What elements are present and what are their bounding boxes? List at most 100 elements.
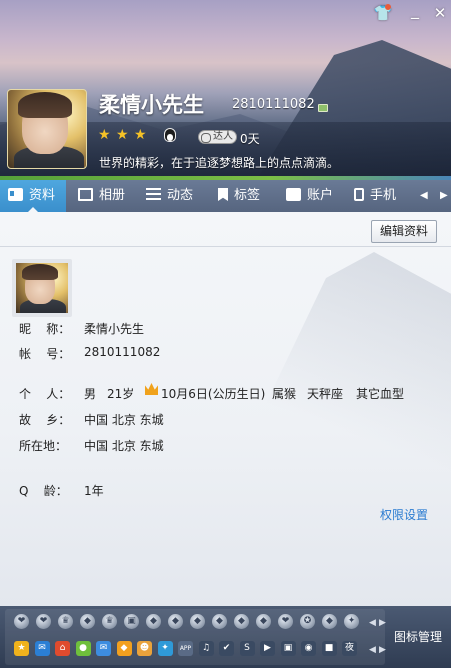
notification-dot bbox=[385, 4, 391, 10]
profile-header: 👕 _ ✕ 柔情小先生 2810111082 ★ ★ ★ 达人 0天 世界的精彩… bbox=[0, 0, 451, 180]
level-badge-icon[interactable]: ◆ bbox=[190, 614, 205, 629]
level-badge-icon[interactable]: ◆ bbox=[256, 614, 271, 629]
night-badge-icon[interactable]: 夜 bbox=[342, 641, 357, 656]
tab-profile[interactable]: 资料 bbox=[0, 180, 66, 212]
shield2-badge-icon[interactable]: ✔ bbox=[219, 641, 234, 656]
close-button[interactable]: ✕ bbox=[430, 3, 450, 23]
tab-label: 标签 bbox=[234, 188, 261, 203]
chevron-left-icon[interactable]: ◀ bbox=[369, 618, 376, 628]
hometown-value: 中国 北京 东城 bbox=[84, 413, 164, 427]
tab-album[interactable]: 相册 bbox=[78, 180, 125, 212]
gift-badge-icon[interactable]: ■ bbox=[321, 641, 337, 656]
briefcase-icon bbox=[286, 188, 301, 201]
level-badge-icon[interactable]: ❤ bbox=[278, 614, 293, 629]
tab-label: 手机 bbox=[370, 188, 397, 203]
music-badge-icon[interactable]: ♫ bbox=[198, 641, 214, 656]
tab-label: 动态 bbox=[167, 188, 194, 203]
tab-label: 相册 bbox=[99, 188, 126, 203]
chevron-right-icon[interactable]: ▶ bbox=[379, 618, 386, 628]
level-star-icon[interactable]: ★ bbox=[134, 128, 147, 142]
gender-value: 男 bbox=[84, 387, 97, 401]
qage-value: 1年 bbox=[84, 484, 104, 498]
qq-number: 2810111082 bbox=[232, 97, 315, 112]
age-value: 21岁 bbox=[107, 387, 135, 401]
icon-manage-button[interactable]: 图标管理 bbox=[394, 628, 442, 645]
level-badge-icon[interactable]: ▣ bbox=[124, 614, 139, 629]
qqmail-badge-icon[interactable]: ✉ bbox=[34, 641, 50, 656]
chat-badge-icon[interactable]: ● bbox=[75, 641, 91, 656]
level-star-icon[interactable]: ★ bbox=[98, 128, 111, 142]
avatar-hair bbox=[22, 264, 58, 280]
star-badge-icon[interactable]: ★ bbox=[14, 641, 29, 656]
tab-phone[interactable]: 手机 bbox=[354, 180, 396, 212]
permission-settings-link[interactable]: 权限设置 bbox=[380, 506, 428, 523]
nickname-value: 柔情小先生 bbox=[84, 322, 145, 336]
camera-badge-icon[interactable]: ◉ bbox=[301, 641, 316, 656]
level-badge-icon[interactable]: ◆ bbox=[212, 614, 227, 629]
minimize-button[interactable]: _ bbox=[405, 2, 425, 23]
level-badge-icon[interactable]: ❤ bbox=[14, 614, 29, 629]
chevron-left-icon[interactable]: ◀ bbox=[369, 645, 376, 655]
location-value: 中国 北京 东城 bbox=[84, 439, 164, 453]
level-badge-icon[interactable]: ❤ bbox=[36, 614, 51, 629]
id-card-icon[interactable] bbox=[318, 104, 328, 112]
hometown-label: 故 乡： bbox=[19, 413, 71, 427]
tab-bar: 资料 相册 动态 标签 账户 手机 ◀ ▶ bbox=[0, 180, 451, 212]
skin-button[interactable]: 👕 bbox=[373, 3, 393, 23]
penguin-icon[interactable] bbox=[164, 128, 176, 142]
tab-account[interactable]: 账户 bbox=[286, 180, 333, 212]
profile-card-icon bbox=[8, 188, 23, 201]
qage-label: Q 龄： bbox=[19, 484, 68, 498]
account-label: 帐 号： bbox=[19, 347, 71, 361]
crown-icon bbox=[145, 383, 158, 395]
nickname-label: 昵 称： bbox=[19, 322, 71, 336]
video-badge-icon[interactable]: ▶ bbox=[260, 641, 275, 656]
tab-feed[interactable]: 动态 bbox=[146, 180, 193, 212]
chevron-right-icon[interactable]: ▶ bbox=[440, 190, 448, 201]
location-label: 所在地： bbox=[19, 439, 68, 453]
level-badge-icon[interactable]: ◆ bbox=[322, 614, 337, 629]
daren-days: 0天 bbox=[240, 132, 260, 146]
box-badge-icon[interactable]: ▣ bbox=[280, 641, 296, 656]
profile-panel: 编辑资料 昵 称： 柔情小先生 帐 号： 2810111082 个 人： 男 2… bbox=[0, 212, 451, 606]
feed-icon bbox=[146, 188, 161, 201]
level-badge-icon[interactable]: ♛ bbox=[58, 614, 73, 629]
level-badge-icon[interactable]: ♛ bbox=[102, 614, 117, 629]
background-mountain bbox=[214, 252, 451, 512]
shield-badge-icon[interactable]: ◆ bbox=[116, 641, 132, 656]
album-icon bbox=[78, 188, 93, 201]
game-badge-icon[interactable]: ✦ bbox=[157, 641, 173, 656]
chevron-left-icon[interactable]: ◀ bbox=[420, 190, 428, 201]
level-star-icon[interactable]: ★ bbox=[116, 128, 129, 142]
blood-type-value: 其它血型 bbox=[356, 387, 405, 401]
avatar-hair bbox=[18, 92, 72, 118]
level-badge-icon[interactable]: ✪ bbox=[300, 614, 315, 629]
mail-badge-icon[interactable]: ✉ bbox=[96, 641, 111, 656]
avatar[interactable] bbox=[12, 259, 72, 317]
edit-profile-button[interactable]: 编辑资料 bbox=[371, 220, 437, 243]
house-badge-icon[interactable]: ⌂ bbox=[55, 641, 70, 656]
icon-bar: ◀ ▶ ◀ ▶ ❤ ❤ ♛ ◆ ♛ ▣ ◆ ◆ ◆ ◆ ◆ ◆ ❤ ✪ ◆ ✦ ★ ✉ ⌂ ● ✉ ◆ ☻ ✦ APP ♫ ✔ S ▶ ▣… bbox=[0, 606, 451, 668]
app-badge-icon[interactable]: APP bbox=[178, 641, 193, 656]
tab-tags[interactable]: 标签 bbox=[218, 180, 260, 212]
chevron-right-icon[interactable]: ▶ bbox=[379, 645, 386, 655]
account-value: 2810111082 bbox=[84, 345, 161, 359]
birthday-value: 10月6日(公历生日) bbox=[161, 387, 266, 401]
level-badge-icon[interactable]: ◆ bbox=[234, 614, 249, 629]
avatar[interactable] bbox=[7, 89, 87, 169]
zodiac-value: 属猴 bbox=[272, 387, 297, 401]
level-badge-icon[interactable]: ◆ bbox=[80, 614, 95, 629]
constellation-value: 天秤座 bbox=[307, 387, 344, 401]
daren-badge[interactable]: 达人 bbox=[198, 130, 237, 144]
level-badge-icon[interactable]: ✦ bbox=[344, 614, 359, 629]
personal-label: 个 人： bbox=[19, 387, 71, 401]
phone-icon bbox=[354, 188, 364, 201]
tab-label: 账户 bbox=[307, 188, 334, 203]
tab-label: 资料 bbox=[29, 188, 56, 203]
level-badge-icon[interactable]: ◆ bbox=[168, 614, 183, 629]
pet-badge-icon[interactable]: ☻ bbox=[137, 641, 152, 656]
signature[interactable]: 世界的精彩，在于追逐梦想路上的点点滴滴。 bbox=[99, 154, 339, 171]
level-badge-icon[interactable]: ◆ bbox=[146, 614, 161, 629]
nickname: 柔情小先生 bbox=[99, 93, 204, 117]
safe-badge-icon[interactable]: S bbox=[239, 641, 255, 656]
